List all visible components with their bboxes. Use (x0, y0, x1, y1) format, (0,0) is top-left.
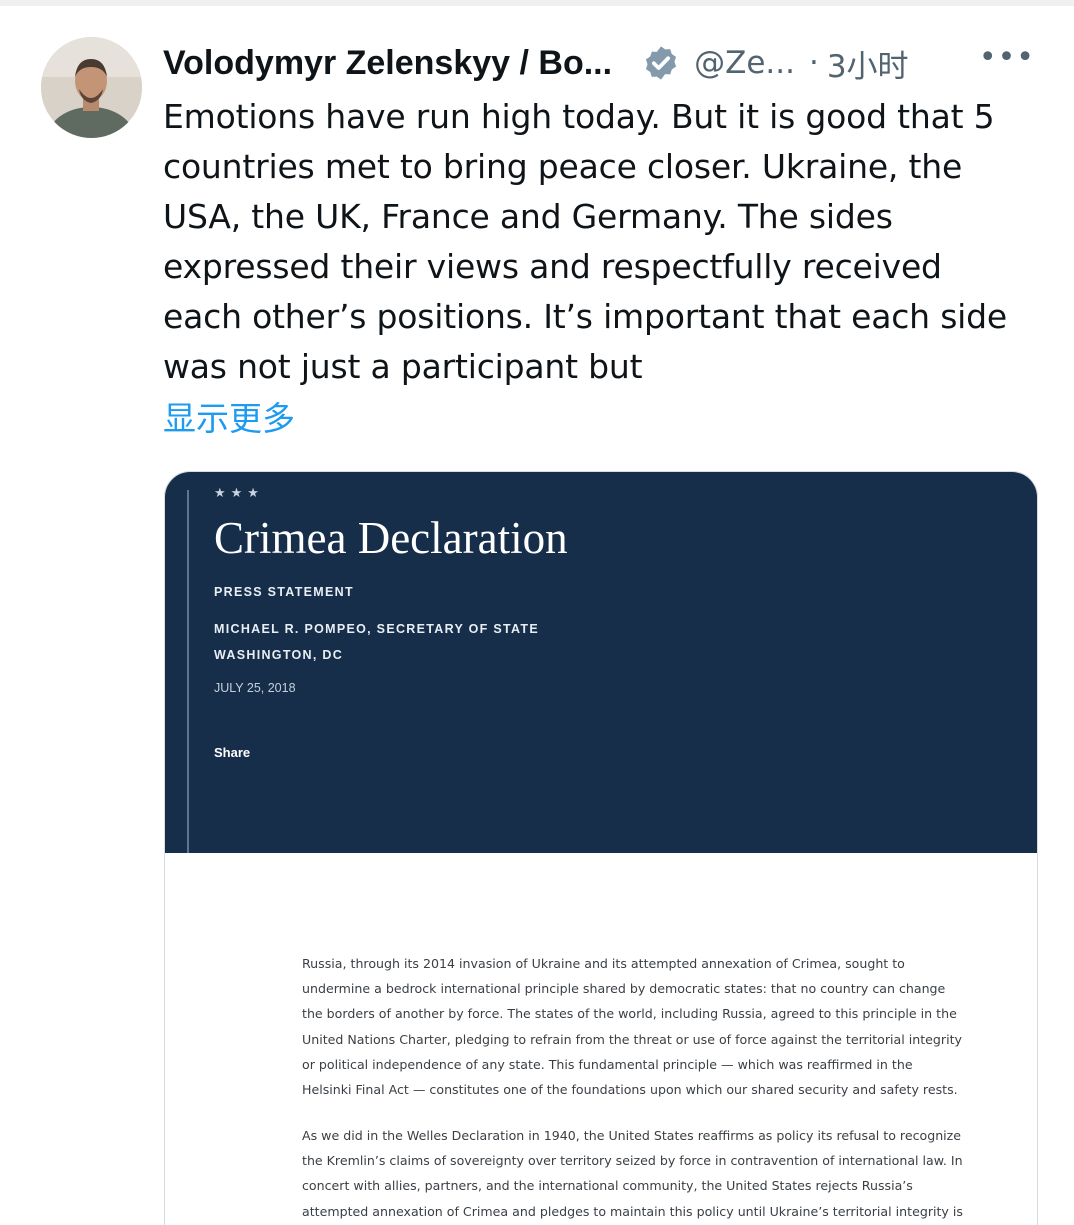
avatar-photo (41, 37, 142, 138)
more-options-icon[interactable]: ••• (979, 40, 1035, 75)
tweet-text-line: USA, the UK, France and Germany. The sid… (163, 197, 893, 236)
location-line: WASHINGTON, DC (214, 648, 344, 662)
separator-dot: · (808, 45, 819, 81)
paragraph-line: the Kremlin’s claims of sovereignty over… (302, 1153, 963, 1169)
avatar[interactable] (41, 37, 142, 138)
tweet-text-line: each other’s positions. It’s important t… (163, 297, 1008, 336)
attached-image[interactable]: ★★★ Crimea Declaration PRESS STATEMENT M… (164, 471, 1038, 1225)
verified-badge-icon (642, 44, 680, 82)
paragraph-line: As we did in the Welles Declaration in 1… (302, 1128, 962, 1143)
paragraph-line: the borders of another by force. The sta… (302, 1006, 957, 1022)
document-title: Crimea Declaration (214, 513, 568, 563)
press-statement-label: PRESS STATEMENT (214, 585, 354, 599)
tweet-text-line: was not just a participant but (163, 347, 643, 386)
paragraph-line: or political independence of any state. … (302, 1056, 913, 1072)
tweet-header: Volodymyr Zelenskyy / Bo... @Ze... · 3小时… (163, 38, 1043, 88)
share-label: Share (214, 745, 251, 760)
tweet-text-line: countries met to bring peace closer. Ukr… (163, 147, 963, 186)
paragraph-line: Helsinki Final Act — constitutes one of … (302, 1082, 958, 1098)
stars-icon: ★★★ (214, 486, 264, 501)
paragraph-line: Russia, through its 2014 invasion of Ukr… (302, 956, 905, 971)
paragraph-line: United Nations Charter, pledging to refr… (302, 1031, 962, 1047)
tweet-text-line: expressed their views and respectfully r… (163, 247, 942, 286)
paragraph-line: concert with allies, partners, and the i… (302, 1178, 913, 1194)
tweet-text-line: Emotions have run high today. But it is … (163, 97, 995, 136)
top-divider (0, 0, 1074, 6)
document-date: JULY 25, 2018 (214, 681, 296, 695)
paragraph-line: attempted annexation of Crimea and pledg… (302, 1203, 963, 1219)
document-header-banner: ★★★ Crimea Declaration PRESS STATEMENT M… (165, 472, 1037, 853)
post-time[interactable]: 3小时 (827, 41, 909, 86)
tweet-text: Emotions have run high today. But it is … (163, 92, 1043, 392)
banner-vertical-rule (187, 490, 189, 853)
document-paragraph-1: Russia, through its 2014 invasion of Ukr… (302, 951, 992, 1102)
paragraph-line: undermine a bedrock international princi… (302, 981, 946, 997)
author-line: MICHAEL R. POMPEO, SECRETARY OF STATE (214, 622, 539, 636)
user-handle[interactable]: @Ze... (694, 45, 795, 81)
show-more-link[interactable]: 显示更多 (163, 392, 295, 440)
document-paragraph-2: As we did in the Welles Declaration in 1… (302, 1123, 992, 1224)
display-name[interactable]: Volodymyr Zelenskyy / Bo... (163, 44, 612, 83)
